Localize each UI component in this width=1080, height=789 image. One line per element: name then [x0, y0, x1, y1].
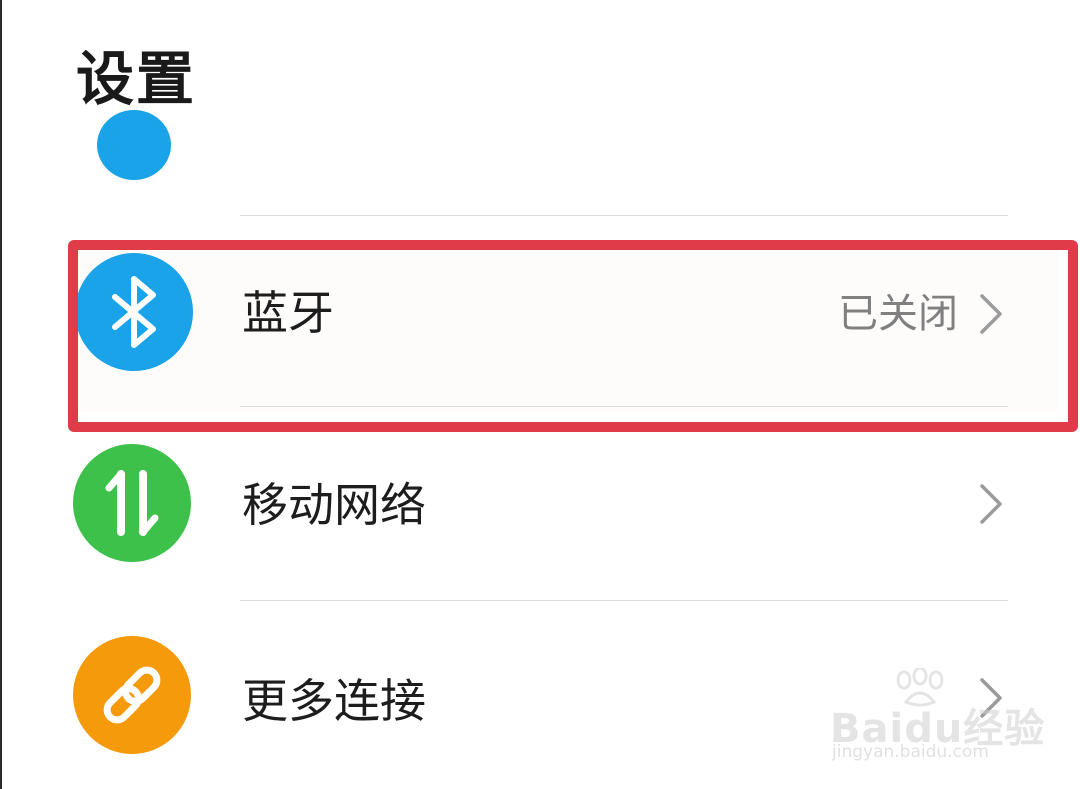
settings-item-label: 蓝牙	[242, 286, 334, 340]
link-icon	[73, 636, 191, 754]
baidu-watermark: Baidu经验 jingyan.baidu.com	[830, 668, 1044, 768]
divider	[240, 406, 1008, 407]
divider	[240, 600, 1008, 601]
settings-screen: 设置 蓝牙 已关闭 移动网络 更多连接 Baidu经验 jingyan.baid…	[0, 0, 1080, 789]
settings-item-bluetooth[interactable]: 蓝牙 已关闭	[0, 240, 1080, 390]
chevron-right-icon	[980, 484, 1002, 524]
page-title: 设置	[76, 45, 197, 113]
watermark-url: jingyan.baidu.com	[832, 742, 989, 762]
settings-item-label: 更多连接	[242, 674, 426, 728]
settings-item-label: 移动网络	[242, 478, 426, 532]
bluetooth-status: 已关闭	[838, 291, 958, 337]
divider	[240, 215, 1008, 216]
partial-settings-icon	[97, 110, 171, 180]
mobile-data-arrows-icon	[73, 444, 191, 562]
chevron-right-icon	[980, 294, 1002, 334]
bluetooth-icon	[75, 253, 193, 371]
settings-item-mobile-network[interactable]: 移动网络	[0, 430, 1080, 580]
